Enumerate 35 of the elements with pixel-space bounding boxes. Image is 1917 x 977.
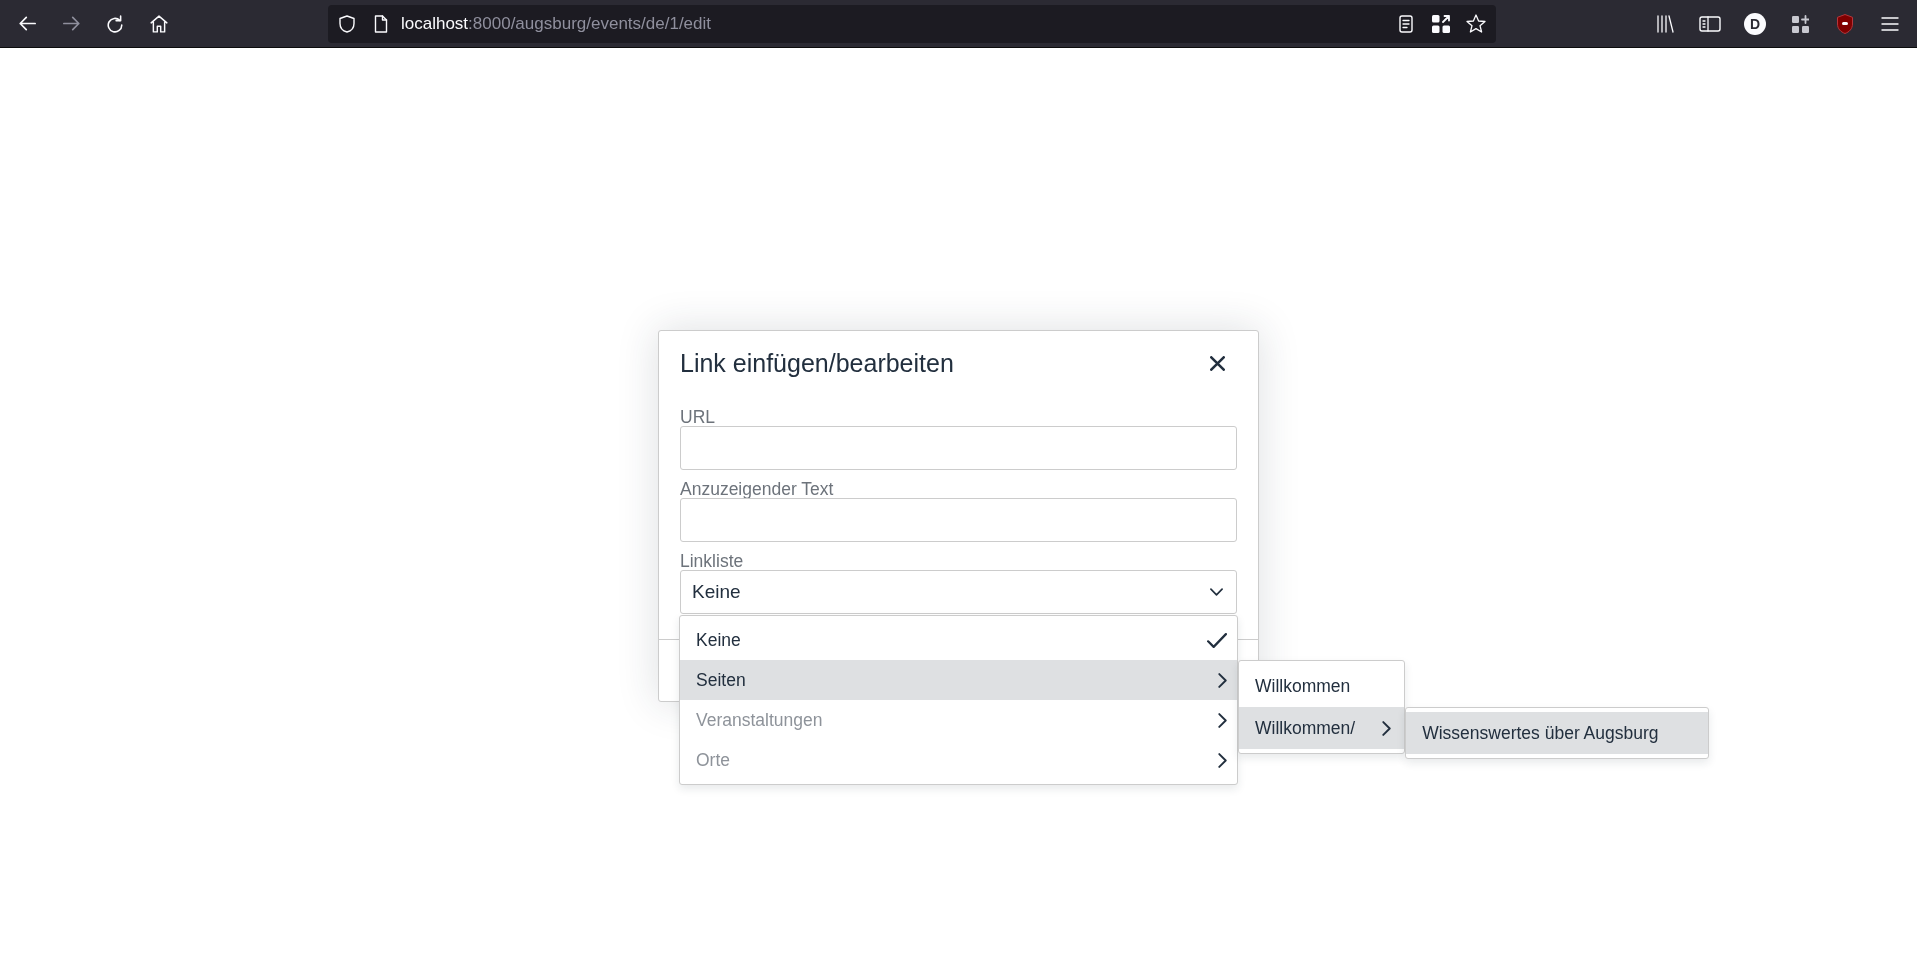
document-icon [1399,14,1413,33]
menu-item[interactable]: Keine [680,620,1237,660]
field-label: Anzuzeigender Text [680,480,834,498]
menu-item[interactable]: Willkommen/ [1239,707,1405,749]
home-icon [150,14,168,33]
shield-icon [339,14,355,33]
page-icon [374,14,388,33]
close-icon [1209,355,1225,371]
chevron-right-icon [1382,720,1392,736]
text-field[interactable] [680,498,1237,542]
text-field[interactable] [680,426,1237,470]
menu-item[interactable]: Wissenswertes über Augsburg [1406,712,1708,754]
arrow-left-icon [18,16,36,31]
dialog-title: Link einfügen/bearbeiten [680,348,954,378]
chevron-right-icon [1218,712,1227,728]
sidebar-icon [1699,15,1721,32]
shield-badge-icon [1837,13,1853,34]
chevron-right-icon [1218,672,1227,688]
library-icon [1656,14,1674,33]
select-field[interactable]: Keine [680,570,1237,614]
reload-icon [107,14,123,33]
address-bar[interactable]: localhost:8000/augsburg/events/de/1/edit [328,4,1496,43]
menu-item[interactable]: Willkommen [1239,665,1405,707]
squares-plus-icon [1791,14,1809,33]
url-text: localhost:8000/augsburg/events/de/1/edit [401,12,711,35]
field-label: Linkliste [680,552,744,570]
menu-item[interactable]: Seiten [680,660,1237,700]
star-icon [1466,13,1486,34]
account-button[interactable]: D [1744,12,1766,35]
chevron-right-icon [1218,752,1227,768]
grid-arrow-icon [1432,14,1450,33]
field-label: URL [680,408,715,426]
arrow-right-icon [62,16,80,31]
chevron-down-icon [1210,588,1223,596]
menu-icon [1881,16,1899,31]
